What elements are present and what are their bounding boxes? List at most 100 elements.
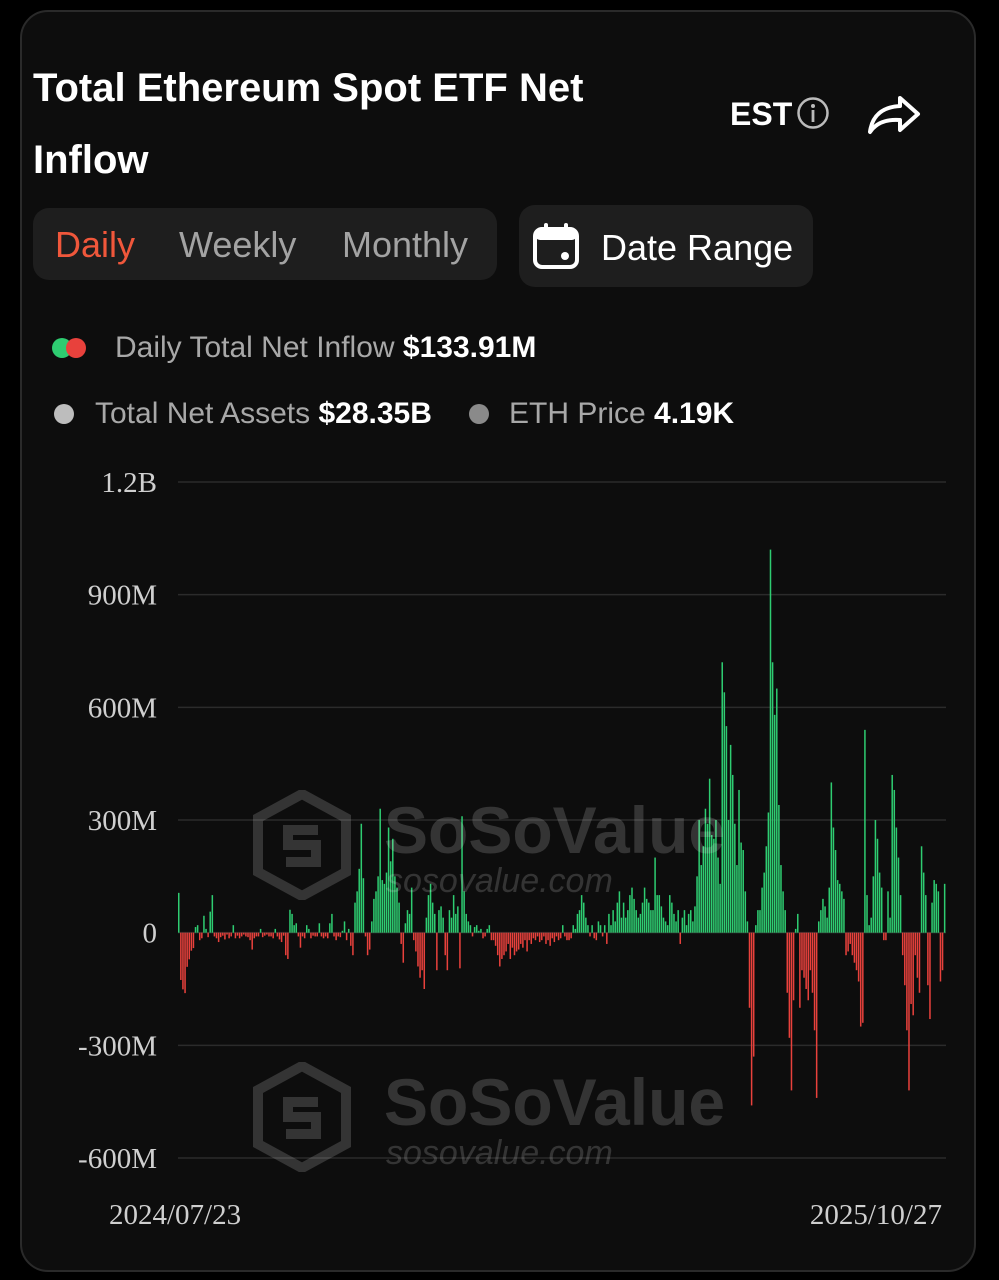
- bar-negative: [811, 932, 814, 993]
- bar-negative: [245, 932, 247, 937]
- bar-positive: [637, 917, 640, 933]
- bar-negative: [543, 932, 545, 937]
- bar-positive: [639, 913, 642, 933]
- bar-negative: [570, 932, 572, 939]
- bar-negative: [444, 932, 447, 956]
- bar-positive: [880, 887, 883, 933]
- bar-negative: [249, 932, 251, 941]
- bar-negative: [257, 932, 260, 937]
- bar-positive: [843, 898, 845, 933]
- bar-negative: [859, 932, 862, 1027]
- bar-positive: [381, 880, 384, 933]
- bar-positive: [442, 917, 444, 933]
- bar-negative: [280, 932, 283, 943]
- bar-positive: [736, 865, 738, 933]
- bar-negative: [322, 932, 325, 939]
- bar-negative: [272, 932, 274, 939]
- bar-negative: [268, 932, 270, 937]
- bar-positive: [866, 895, 868, 933]
- bar-positive: [761, 887, 763, 933]
- bar-negative: [400, 932, 402, 944]
- bar-negative: [247, 932, 249, 938]
- bar-negative: [240, 932, 243, 937]
- bar-positive: [562, 925, 564, 933]
- bar-negative: [494, 932, 497, 946]
- bar-positive: [740, 842, 742, 933]
- bar-negative: [484, 932, 486, 937]
- bar-negative: [335, 932, 337, 941]
- bar-positive: [782, 891, 784, 933]
- bar-negative: [285, 932, 287, 956]
- bar-negative: [198, 932, 201, 941]
- bar-negative: [234, 932, 237, 939]
- bar-positive: [666, 925, 669, 933]
- bar-negative: [446, 932, 449, 971]
- y-tick-label: 300M: [88, 805, 157, 837]
- bar-positive: [448, 910, 451, 933]
- bar-negative: [333, 932, 335, 937]
- bar-negative: [511, 932, 514, 948]
- bar-negative: [184, 932, 186, 994]
- bar-negative: [310, 932, 312, 939]
- bar-positive: [841, 891, 843, 933]
- bar-positive: [209, 911, 211, 933]
- bar-positive: [700, 865, 703, 933]
- bar-negative: [809, 932, 812, 971]
- bar-positive: [683, 910, 686, 933]
- bar-positive: [822, 898, 824, 933]
- bar-positive: [616, 902, 619, 933]
- bar-positive: [347, 928, 350, 933]
- bar-positive: [614, 921, 616, 933]
- bar-negative: [459, 932, 461, 969]
- bar-positive: [576, 913, 579, 933]
- bar-negative: [215, 932, 218, 939]
- bar-negative: [939, 932, 942, 982]
- bar-negative: [471, 932, 474, 937]
- bar-positive: [648, 902, 650, 933]
- bar-negative: [941, 932, 944, 971]
- bar-negative: [559, 932, 562, 939]
- bar-negative: [251, 932, 253, 950]
- bar-positive: [943, 883, 946, 933]
- bar-positive: [383, 883, 386, 933]
- bar-negative: [402, 932, 405, 963]
- bar-negative: [845, 932, 847, 956]
- bar-positive: [475, 925, 478, 933]
- bar-negative: [501, 932, 503, 959]
- bar-positive: [205, 928, 207, 933]
- bar-positive: [469, 925, 472, 933]
- bar-positive: [897, 857, 900, 933]
- bar-positive: [612, 910, 614, 933]
- bar-negative: [788, 932, 791, 1038]
- bar-negative: [217, 932, 220, 943]
- bar-negative: [541, 932, 543, 941]
- bar-negative: [276, 932, 279, 937]
- bar-negative: [224, 932, 226, 940]
- bar-negative: [803, 932, 805, 978]
- bar-positive: [931, 902, 933, 933]
- bar-positive: [620, 917, 623, 933]
- bar-negative: [847, 932, 849, 952]
- bar-positive: [925, 895, 927, 933]
- bar-negative: [883, 932, 885, 941]
- bar-positive: [341, 930, 344, 933]
- bar-positive: [406, 910, 409, 933]
- bar-positive: [872, 876, 875, 933]
- bar-negative: [589, 932, 591, 937]
- bar-negative: [230, 932, 232, 937]
- bar-negative: [337, 932, 339, 937]
- bar-positive: [742, 850, 744, 933]
- x-end-label: 2025/10/27: [810, 1199, 942, 1231]
- bar-negative: [490, 932, 493, 941]
- bar-positive: [920, 846, 923, 933]
- bar-negative: [496, 932, 499, 956]
- bar-positive: [610, 925, 612, 933]
- bar-negative: [910, 932, 912, 1005]
- bar-negative: [350, 932, 352, 946]
- bar-negative: [201, 932, 203, 939]
- bar-negative: [303, 932, 306, 939]
- bar-positive: [767, 812, 770, 933]
- bar-negative: [421, 932, 423, 971]
- bar-positive: [371, 921, 373, 933]
- bar-positive: [627, 910, 629, 933]
